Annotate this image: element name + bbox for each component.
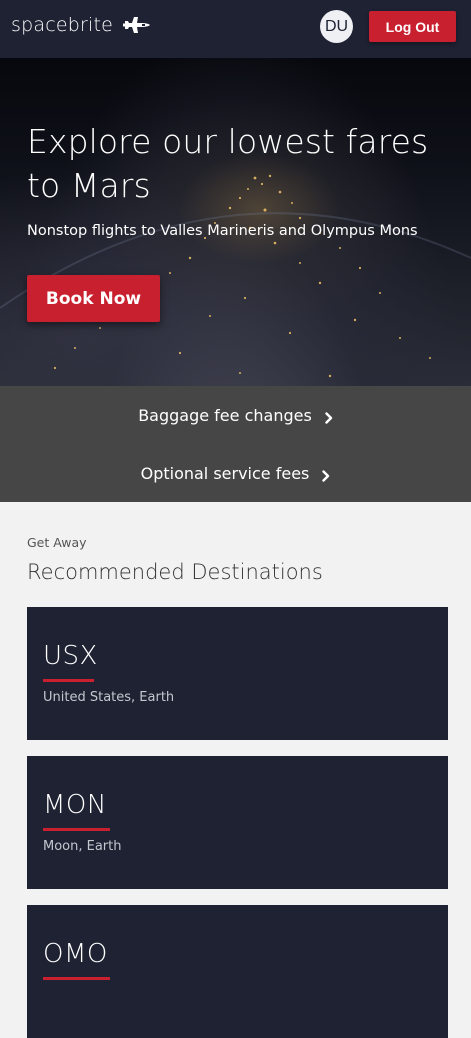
destination-card-mon[interactable]: MON Moon, Earth bbox=[27, 756, 448, 889]
baggage-fee-changes-label: Baggage fee changes bbox=[138, 405, 312, 425]
destination-code: OMO bbox=[43, 939, 108, 969]
book-now-button[interactable]: Book Now bbox=[27, 275, 160, 322]
baggage-fee-changes-link[interactable]: Baggage fee changes bbox=[0, 386, 471, 444]
brand-logo-link[interactable]: spacebrite bbox=[11, 12, 151, 38]
destination-code: USX bbox=[43, 641, 98, 671]
section-title: Recommended Destinations bbox=[27, 560, 323, 584]
optional-service-fees-label: Optional service fees bbox=[140, 463, 310, 483]
user-avatar[interactable]: DU bbox=[320, 10, 353, 43]
hero-subtitle: Nonstop flights to Valles Marineris and … bbox=[27, 223, 418, 239]
fee-notices-bar: Baggage fee changes Optional service fee… bbox=[0, 386, 471, 502]
destination-card-omo[interactable]: OMO bbox=[27, 905, 448, 1038]
destination-underline bbox=[43, 828, 110, 831]
logout-button[interactable]: Log Out bbox=[369, 11, 456, 42]
chevron-right-icon bbox=[325, 409, 333, 424]
chevron-right-icon bbox=[322, 467, 330, 482]
top-navbar: spacebrite DU Log Out bbox=[0, 0, 471, 58]
hero-banner: Explore our lowest fares to Mars Nonstop… bbox=[0, 58, 471, 386]
destination-code: MON bbox=[43, 790, 107, 820]
destination-card-usx[interactable]: USX United States, Earth bbox=[27, 607, 448, 740]
shuttle-icon bbox=[123, 16, 151, 34]
hero-title: Explore our lowest fares to Mars bbox=[27, 122, 429, 205]
optional-service-fees-link[interactable]: Optional service fees bbox=[0, 444, 471, 502]
recommended-destinations-header: Get Away Recommended Destinations bbox=[27, 534, 323, 587]
section-kicker: Get Away bbox=[27, 535, 87, 550]
destination-underline bbox=[43, 679, 94, 682]
destination-location: United States, Earth bbox=[43, 690, 175, 705]
destination-location: Moon, Earth bbox=[43, 839, 122, 854]
destination-underline bbox=[43, 977, 110, 980]
brand-name: spacebrite bbox=[11, 14, 114, 36]
